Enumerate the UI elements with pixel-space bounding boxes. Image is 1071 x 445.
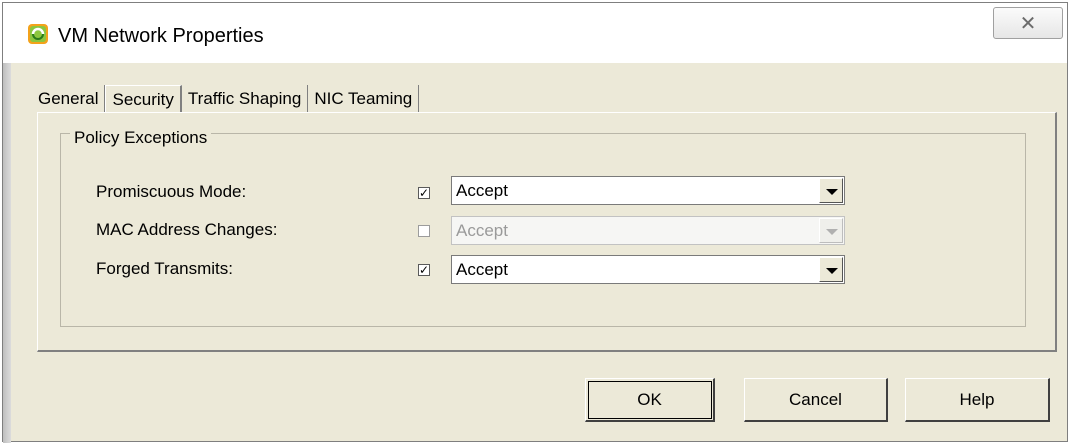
title-bar: VM Network Properties ✕ xyxy=(3,3,1067,63)
promiscuous-mode-select[interactable]: Accept xyxy=(451,176,845,205)
forged-transmits-select[interactable]: Accept xyxy=(451,255,845,284)
chevron-down-icon[interactable] xyxy=(819,218,843,243)
window-edge xyxy=(3,63,11,443)
mac-address-changes-label: MAC Address Changes: xyxy=(96,220,278,239)
tab-general[interactable]: General xyxy=(32,85,106,112)
tab-strip: General Security Traffic Shaping NIC Tea… xyxy=(32,82,420,113)
mac-address-changes-select[interactable]: Accept xyxy=(451,216,845,245)
chevron-down-icon[interactable] xyxy=(819,257,843,282)
mac-address-changes-value: Accept xyxy=(456,221,508,240)
cancel-button[interactable]: Cancel xyxy=(744,378,888,422)
promiscuous-mode-value: Accept xyxy=(456,181,508,200)
tab-security[interactable]: Security xyxy=(105,85,182,113)
ok-button[interactable]: OK xyxy=(585,378,715,422)
forged-transmits-value: Accept xyxy=(456,260,508,279)
close-icon: ✕ xyxy=(1019,12,1037,35)
promiscuous-mode-label: Promiscuous Mode: xyxy=(96,182,247,201)
chevron-down-icon[interactable] xyxy=(819,178,843,203)
window-title: VM Network Properties xyxy=(58,25,264,47)
promiscuous-mode-checkbox[interactable]: ✓ xyxy=(418,187,430,199)
group-title: Policy Exceptions xyxy=(70,128,212,148)
forged-transmits-checkbox[interactable]: ✓ xyxy=(418,264,430,276)
mac-address-changes-checkbox[interactable] xyxy=(418,225,430,237)
close-button[interactable]: ✕ xyxy=(993,7,1063,39)
forged-transmits-label: Forged Transmits: xyxy=(96,259,233,278)
help-button[interactable]: Help xyxy=(905,378,1050,422)
tab-traffic-shaping[interactable]: Traffic Shaping xyxy=(182,85,309,112)
tab-nic-teaming[interactable]: NIC Teaming xyxy=(308,85,420,112)
vsphere-app-icon xyxy=(28,24,48,44)
